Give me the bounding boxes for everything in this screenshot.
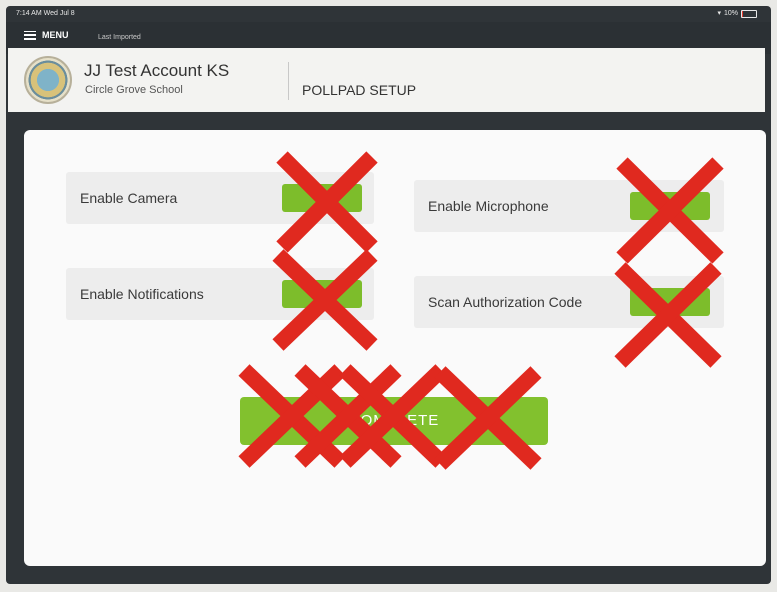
menu-label: MENU bbox=[42, 30, 69, 40]
setting-label: Enable Camera bbox=[80, 190, 178, 206]
school-name: Circle Grove School bbox=[85, 84, 183, 96]
account-name: JJ Test Account KS bbox=[84, 61, 230, 80]
setting-row-authorization: Scan Authorization Code bbox=[414, 276, 724, 328]
status-date: Wed Jul 8 bbox=[43, 10, 75, 17]
menu-button[interactable]: MENU bbox=[24, 30, 69, 40]
enable-notifications-toggle[interactable] bbox=[282, 280, 362, 308]
complete-button[interactable]: COMPLETE bbox=[240, 397, 548, 445]
status-right: ▾ 10% bbox=[717, 6, 757, 22]
wifi-icon: ▾ bbox=[717, 10, 721, 17]
page-title: POLLPAD SETUP bbox=[302, 82, 417, 98]
setting-label: Enable Microphone bbox=[428, 198, 549, 214]
setting-label: Enable Notifications bbox=[80, 286, 204, 302]
status-time-date: 7:14 AM Wed Jul 8 bbox=[16, 6, 75, 22]
app-header: JJ Test Account KS Circle Grove School P… bbox=[8, 48, 765, 112]
header-divider bbox=[288, 62, 289, 100]
battery-percent: 10% bbox=[723, 10, 738, 17]
scan-authorization-toggle[interactable] bbox=[630, 288, 710, 316]
setting-row-camera: Enable Camera bbox=[66, 172, 374, 224]
status-bar: 7:14 AM Wed Jul 8 ▾ 10% bbox=[6, 6, 771, 22]
battery-icon bbox=[741, 10, 757, 18]
enable-camera-toggle[interactable] bbox=[282, 184, 362, 212]
status-time: 7:14 AM bbox=[16, 10, 42, 17]
hamburger-icon bbox=[24, 30, 36, 40]
school-seal-logo bbox=[24, 56, 72, 104]
setting-label: Scan Authorization Code bbox=[428, 294, 583, 310]
last-imported-text: Last Imported bbox=[98, 34, 141, 41]
setting-row-microphone: Enable Microphone bbox=[414, 180, 724, 232]
enable-microphone-toggle[interactable] bbox=[630, 192, 710, 220]
setting-row-notifications: Enable Notifications bbox=[66, 268, 374, 320]
